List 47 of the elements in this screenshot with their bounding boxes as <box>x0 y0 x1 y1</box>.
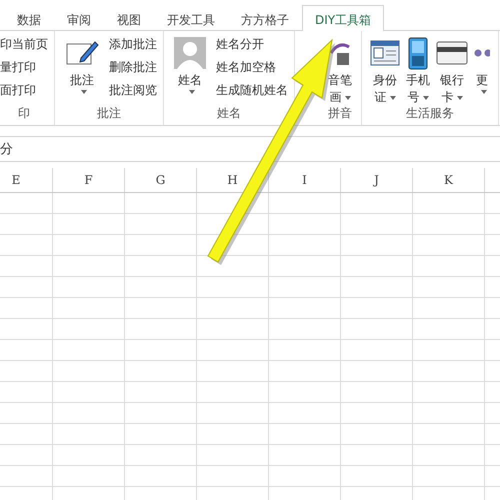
group-label: 姓名 <box>216 105 242 122</box>
ribbon-large-button[interactable]: 手机 号 <box>404 35 432 105</box>
more-dots-icon <box>474 49 490 57</box>
column-header[interactable]: J <box>374 173 379 187</box>
column-header[interactable]: K <box>444 173 453 187</box>
column-header[interactable]: G <box>156 173 166 187</box>
ribbon-button[interactable]: 量打印 <box>0 58 48 77</box>
caret-icon <box>456 96 462 100</box>
ribbon-button[interactable]: 姓名加空格 <box>216 58 288 77</box>
ribbon-button[interactable]: 生成随机姓名 <box>216 81 288 100</box>
caret-icon <box>80 90 86 94</box>
caret-icon <box>480 90 486 94</box>
ribbon-large-button[interactable]: 批注 <box>61 35 103 105</box>
ribbon-button[interactable]: 删除批注 <box>109 58 157 77</box>
column-header[interactable]: E <box>12 173 20 187</box>
column-header[interactable]: F <box>84 173 93 187</box>
ribbon-large-button[interactable]: 银行 卡 <box>434 35 470 105</box>
group-label: 印 <box>17 105 31 122</box>
ribbon-tab[interactable]: 开发工具 <box>154 5 228 31</box>
id-card-icon <box>370 39 400 67</box>
caret-icon <box>422 96 428 100</box>
caret-icon <box>344 96 350 100</box>
ribbon-large-button[interactable]: 姓名 <box>170 35 210 105</box>
ribbon-tab[interactable]: 方方格子 <box>228 5 302 31</box>
bank-card-icon <box>436 40 468 66</box>
column-header[interactable]: H <box>227 173 238 187</box>
caret-icon <box>390 96 396 100</box>
cell-grid[interactable] <box>0 193 500 500</box>
group-label: 批注 <box>96 105 122 122</box>
formula-bar[interactable]: 分 <box>0 136 500 162</box>
column-header[interactable]: I <box>302 173 307 187</box>
ribbon-button[interactable]: 添加批注 <box>109 35 157 54</box>
group-label: 生活服务 <box>405 105 455 122</box>
group-label: 拼音 <box>327 105 353 122</box>
caret-icon <box>188 90 194 94</box>
ribbon-button[interactable]: 批注阅览 <box>109 81 157 100</box>
ribbon-tab[interactable]: 视图 <box>104 5 154 31</box>
person-icon <box>174 37 206 69</box>
ribbon-button[interactable]: 面打印 <box>0 81 48 100</box>
ribbon-tab[interactable]: 数据 <box>4 5 54 31</box>
ribbon-tab[interactable]: 审阅 <box>54 5 104 31</box>
ribbon-tab[interactable]: DIY工具箱 <box>302 5 384 31</box>
ribbon-large-button[interactable]: 更 <box>472 35 492 105</box>
ribbon-large-button[interactable]: 身份 证 <box>368 35 402 105</box>
ribbon-button[interactable]: 姓名分开 <box>216 35 288 54</box>
phone-icon <box>408 36 428 70</box>
ribbon-button[interactable]: 印当前页 <box>0 35 48 54</box>
